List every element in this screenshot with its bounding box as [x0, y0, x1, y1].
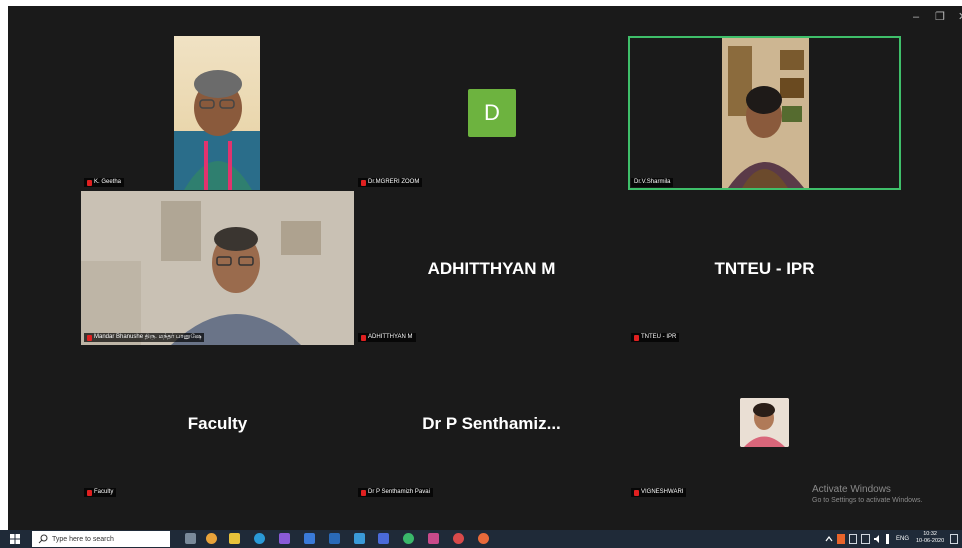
participant-name-label: ADHITTHYAN M [358, 333, 416, 342]
windows-taskbar: Type here to search ENG 10:32 10-06-2020 [0, 530, 962, 548]
notification-app-icon[interactable] [837, 534, 845, 544]
file-explorer-icon[interactable] [229, 533, 240, 544]
clock-time: 10:32 [923, 531, 937, 537]
participant-tile-dr-mgreri-zoom[interactable]: D Dr.MGRERI ZOOM [355, 36, 628, 190]
participant-tile-dr-p-senthamizh-pavai[interactable]: Dr P Senthamiz... Dr P Senthamizh Pavai [355, 346, 628, 500]
participant-video [722, 38, 809, 188]
chrome-icon[interactable] [478, 533, 489, 544]
participant-tile-mandar-bhanushe[interactable]: Mandar Bhanushe திரு. மந்தர் பானுஷே [81, 191, 354, 345]
edge-browser-icon[interactable] [254, 533, 265, 544]
participant-video-frame [81, 191, 354, 345]
participant-name-label: Mandar Bhanushe திரு. மந்தர் பானுஷே [84, 333, 205, 342]
search-icon [38, 534, 48, 544]
language-indicator[interactable]: ENG [896, 535, 909, 543]
participant-tile-vigneshwari[interactable]: VIGNESHWARI [628, 346, 901, 500]
participant-display-name: Dr P Senthamiz... [422, 414, 561, 433]
taskbar-search-box[interactable]: Type here to search [32, 531, 170, 547]
photos-app-icon[interactable] [206, 533, 217, 544]
participant-video-frame [174, 70, 260, 190]
watermark-title: Activate Windows [812, 484, 891, 495]
participant-video-frame [722, 38, 809, 188]
activate-windows-watermark: Activate Windows Go to Settings to activ… [812, 484, 923, 506]
avatar: D [468, 89, 516, 137]
avatar [740, 398, 789, 447]
app-icon[interactable] [428, 533, 439, 544]
participant-display-name: Faculty [187, 414, 248, 433]
network-icon[interactable] [861, 534, 870, 544]
task-view-icon[interactable] [185, 533, 196, 544]
participant-name-label: Dr.V.Sharmila [631, 178, 674, 187]
desktop-screen: – ❐ ✕ K. Geetha D Dr.MGRERI [0, 0, 962, 548]
mic-muted-icon [87, 179, 92, 186]
search-placeholder: Type here to search [52, 535, 114, 543]
mic-muted-icon [634, 489, 639, 496]
mic-muted-icon [634, 334, 639, 341]
close-button[interactable]: ✕ [958, 10, 962, 24]
microphone-icon[interactable] [886, 534, 889, 544]
chrome-icon[interactable] [403, 533, 414, 544]
zoom-meeting-window: – ❐ ✕ K. Geetha D Dr.MGRERI [8, 6, 962, 530]
participant-display-name: ADHITTHYAN M [427, 259, 556, 278]
visual-studio-icon[interactable] [279, 533, 290, 544]
participant-tile-dr-v-sharmila[interactable]: Dr.V.Sharmila [628, 36, 901, 190]
participant-name-label: VIGNESHWARI [631, 488, 687, 497]
participant-name-label: Faculty [84, 488, 117, 497]
chevron-up-icon[interactable] [824, 534, 834, 544]
windows-start-icon[interactable] [10, 534, 20, 544]
participant-tile-k-geetha[interactable]: K. Geetha [81, 36, 354, 190]
mic-muted-icon [361, 489, 366, 496]
participant-name-label: Dr.MGRERI ZOOM [358, 178, 423, 187]
participant-tile-faculty[interactable]: Faculty Faculty [81, 346, 354, 500]
taskbar-clock[interactable]: 10:32 10-06-2020 [916, 531, 944, 545]
participant-display-name: TNTEU - IPR [714, 259, 815, 278]
participant-video [174, 36, 260, 190]
app-icon[interactable] [354, 533, 365, 544]
mic-muted-icon [87, 489, 92, 496]
mic-muted-icon [87, 334, 92, 341]
participant-name-label: K. Geetha [84, 178, 125, 187]
battery-icon[interactable] [849, 534, 857, 544]
participant-video [81, 191, 354, 345]
watermark-subtitle: Go to Settings to activate Windows. [812, 497, 923, 504]
mic-muted-icon [361, 334, 366, 341]
speaker-icon[interactable] [873, 534, 883, 544]
participant-name-label: Dr P Senthamizh Pavai [358, 488, 433, 497]
store-icon[interactable] [329, 533, 340, 544]
participant-tile-tnteu-ipr[interactable]: TNTEU - IPR TNTEU - IPR [628, 191, 901, 345]
chrome-icon[interactable] [453, 533, 464, 544]
minimize-button[interactable]: – [913, 10, 919, 24]
notifications-icon[interactable] [950, 534, 958, 544]
participant-name-label: TNTEU - IPR [631, 333, 680, 342]
participant-tile-adhitthyan-m[interactable]: ADHITTHYAN M ADHITTHYAN M [355, 191, 628, 345]
clock-date: 10-06-2020 [916, 538, 945, 544]
app-icon[interactable] [304, 533, 315, 544]
mic-muted-icon [361, 179, 366, 186]
restore-button[interactable]: ❐ [935, 10, 945, 24]
profile-photo [740, 398, 789, 447]
zoom-app-icon[interactable] [378, 533, 389, 544]
